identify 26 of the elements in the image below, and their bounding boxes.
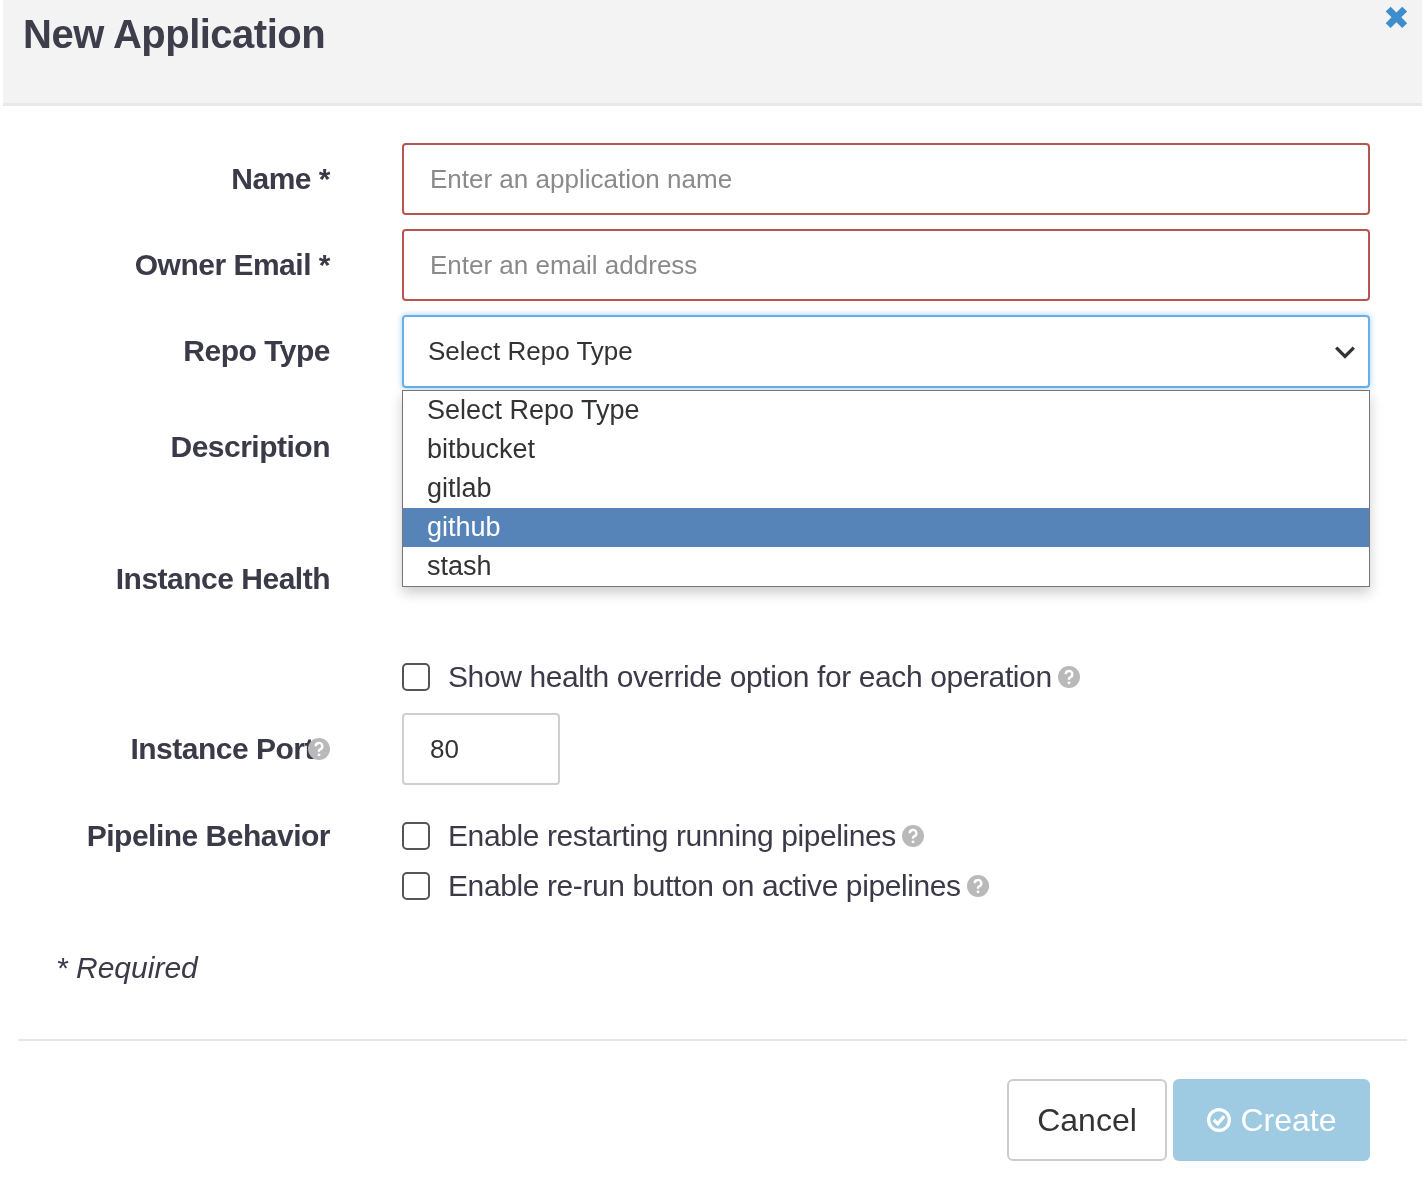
- dropdown-option[interactable]: stash: [403, 547, 1369, 586]
- repo-type-select[interactable]: Select Repo Type: [402, 315, 1370, 388]
- checkbox-label: Enable restarting running pipelines: [448, 819, 896, 853]
- checkbox-label: Show health override option for each operation: [448, 660, 1052, 694]
- field-label: Name *: [231, 162, 330, 196]
- field-label: Repo Type: [183, 334, 330, 368]
- field-label: Instance Health: [115, 562, 330, 596]
- required-note: * Required: [56, 951, 200, 985]
- dropdown-option[interactable]: Select Repo Type: [403, 391, 1369, 430]
- field-label: Pipeline Behavior: [86, 819, 330, 853]
- checkbox[interactable]: [402, 822, 430, 850]
- field-label: Owner Email *: [134, 248, 330, 282]
- cancel-button[interactable]: Cancel: [1007, 1079, 1167, 1161]
- checkbox[interactable]: [402, 872, 430, 900]
- dropdown-option[interactable]: github: [403, 508, 1369, 547]
- dropdown-option[interactable]: gitlab: [403, 469, 1369, 508]
- checkbox[interactable]: [402, 663, 430, 691]
- text-field[interactable]: Enter an application name: [402, 143, 1370, 215]
- checkbox-label: Enable re-run button on active pipelines: [448, 869, 961, 903]
- port-field[interactable]: 80: [402, 713, 560, 785]
- chevron-down-icon: [1334, 344, 1356, 359]
- dropdown-option[interactable]: bitbucket: [403, 430, 1369, 469]
- check-circle-icon: [1206, 1107, 1233, 1133]
- field-label: Description: [170, 430, 330, 464]
- dialog-title: New Application: [23, 12, 326, 57]
- text-field[interactable]: Enter an email address: [402, 229, 1370, 301]
